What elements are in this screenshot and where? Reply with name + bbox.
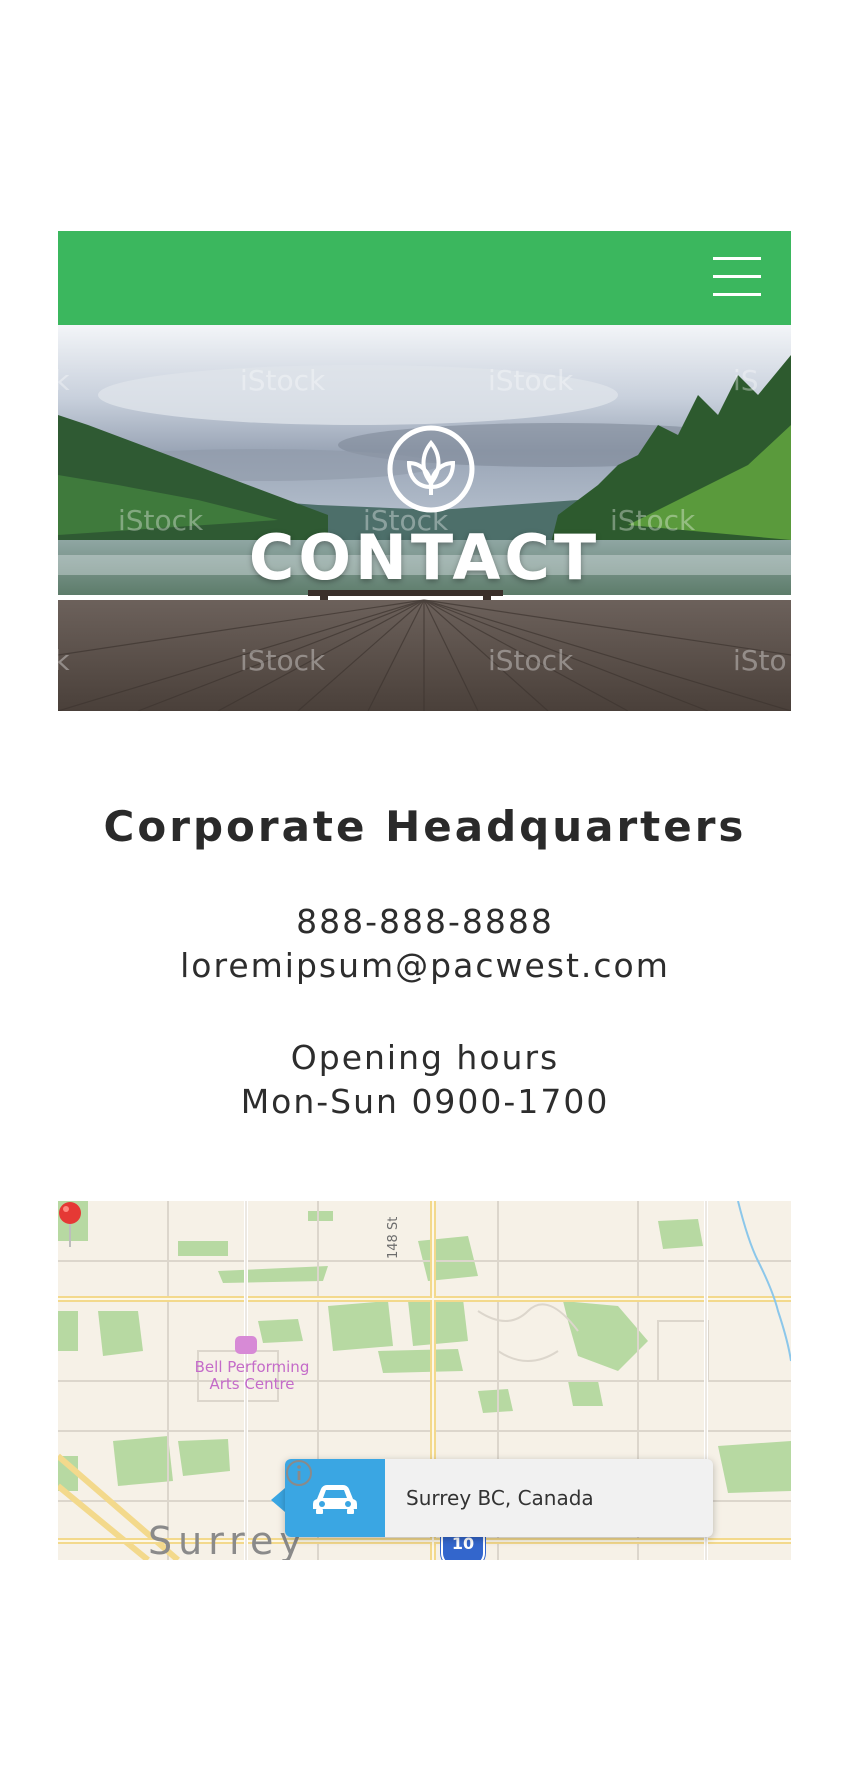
svg-text:ck: ck <box>58 644 70 677</box>
callout-pointer <box>271 1488 285 1512</box>
menu-line <box>713 275 761 278</box>
poi-label[interactable]: Bell Performing Arts Centre <box>164 1359 340 1393</box>
email-link[interactable]: loremipsum@pacwest.com <box>0 946 850 985</box>
opening-hours-value: Mon-Sun 0900-1700 <box>240 1082 610 1121</box>
location-callout[interactable]: Surrey BC, Canada <box>285 1459 713 1537</box>
header-bar <box>58 231 791 325</box>
theatre-icon <box>235 1336 257 1354</box>
leaf-logo-icon <box>387 425 475 513</box>
poi-label-line2: Arts Centre <box>209 1375 295 1393</box>
svg-text:iSto: iSto <box>733 644 787 677</box>
svg-text:iStock: iStock <box>240 644 326 677</box>
poi-label-line1: Bell Performing <box>194 1358 310 1376</box>
svg-text:iStock: iStock <box>488 364 574 397</box>
location-map[interactable]: 148 St Bell Performing Arts Centre Surre… <box>58 1201 791 1560</box>
location-name: Surrey BC, Canada <box>406 1486 594 1510</box>
street-label: 148 St <box>386 1216 401 1259</box>
svg-text:iStock: iStock <box>488 644 574 677</box>
menu-line <box>713 293 761 296</box>
svg-text:iS: iS <box>733 364 759 397</box>
city-label: Surrey <box>148 1519 308 1560</box>
map-pin-icon[interactable] <box>58 1201 82 1249</box>
car-icon <box>313 1485 357 1514</box>
hero-landscape-image: ck iStock iStock iS iStock iStock iStock… <box>58 325 791 711</box>
svg-text:ck: ck <box>58 364 70 397</box>
svg-text:iStock: iStock <box>240 364 326 397</box>
menu-line <box>713 257 761 260</box>
phone-number[interactable]: 888-888-8888 <box>0 902 850 941</box>
info-icon[interactable] <box>285 1459 313 1487</box>
page-title: CONTACT <box>248 521 601 594</box>
hero-banner: ck iStock iStock iS iStock iStock iStock… <box>58 325 791 711</box>
headquarters-heading: Corporate Headquarters <box>103 802 747 851</box>
hamburger-menu-icon[interactable] <box>713 257 761 299</box>
opening-hours-label: Opening hours <box>290 1038 560 1077</box>
